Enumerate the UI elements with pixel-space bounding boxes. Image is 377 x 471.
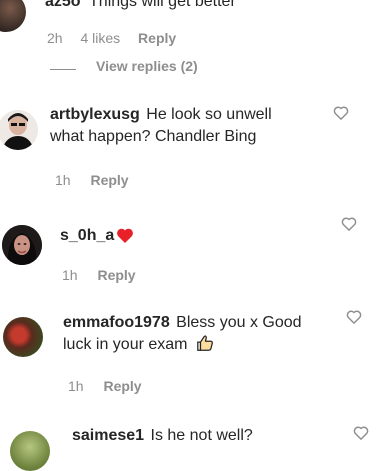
comment-time: 2h bbox=[47, 30, 63, 46]
thumbs-up-emoji bbox=[197, 335, 213, 351]
comment-text-line2: luck in your exam bbox=[63, 336, 188, 353]
avatar[interactable] bbox=[0, 110, 38, 150]
heart-outline-icon[interactable] bbox=[353, 425, 369, 440]
heart-outline-icon[interactable] bbox=[346, 309, 362, 324]
avatar[interactable] bbox=[0, 0, 26, 32]
avatar-image bbox=[0, 110, 38, 150]
view-replies-line bbox=[50, 69, 76, 70]
comment-emmafoo1978: emmafoo1978 Bless you x Good luck in you… bbox=[0, 300, 377, 410]
comment-username[interactable]: artbylexusg bbox=[50, 106, 140, 123]
avatar[interactable] bbox=[2, 225, 42, 265]
reply-button[interactable]: Reply bbox=[97, 267, 135, 283]
comment-username[interactable]: az5o bbox=[45, 0, 81, 10]
comment-text: He look so unwell bbox=[146, 106, 272, 123]
avatar[interactable] bbox=[10, 431, 50, 471]
comment-s_0h_a: s_0h_a 1h Reply bbox=[0, 205, 377, 295]
comment-az5o: az5o Things will get better 2h 4 likes R… bbox=[0, 0, 377, 80]
comment-saimese1: saimese1 Is he not well? bbox=[0, 415, 377, 471]
comment-time: 1h bbox=[55, 172, 71, 188]
comment-likes[interactable]: 4 likes bbox=[80, 30, 120, 46]
reply-button[interactable]: Reply bbox=[90, 172, 128, 188]
comment-text: Is he not well? bbox=[150, 427, 253, 444]
view-replies-button[interactable]: View replies (2) bbox=[96, 58, 198, 74]
comment-text: Things will get better bbox=[89, 0, 236, 10]
heart-outline-icon[interactable] bbox=[333, 105, 349, 120]
comment-time: 1h bbox=[68, 378, 84, 394]
comment-time: 1h bbox=[62, 267, 78, 283]
comment-artbylexusg: artbylexusg He look so unwell what happe… bbox=[0, 95, 377, 205]
heart-outline-icon[interactable] bbox=[341, 216, 357, 231]
comment-username[interactable]: emmafoo1978 bbox=[63, 314, 170, 331]
comment-username[interactable]: saimese1 bbox=[72, 427, 144, 444]
red-heart-emoji bbox=[117, 228, 133, 243]
avatar-image bbox=[2, 225, 42, 265]
avatar[interactable] bbox=[3, 317, 43, 357]
comment-username[interactable]: s_0h_a bbox=[60, 227, 114, 244]
reply-button[interactable]: Reply bbox=[103, 378, 141, 394]
comment-text: Bless you x Good bbox=[176, 314, 302, 331]
comment-text-line2: what happen? Chandler Bing bbox=[50, 128, 257, 145]
reply-button[interactable]: Reply bbox=[138, 30, 176, 46]
